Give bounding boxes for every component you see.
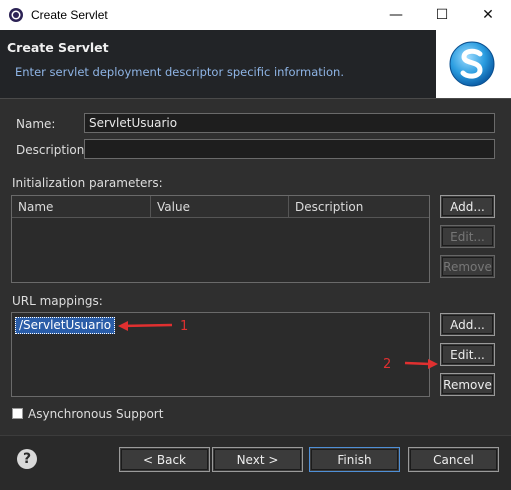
minimize-button[interactable]: — [373,0,419,30]
init-params-header: Name Value Description [12,196,429,218]
close-button[interactable]: ✕ [465,0,511,30]
close-icon: ✕ [482,7,494,23]
eclipse-app-icon [9,8,23,22]
url-remove-button[interactable]: Remove [440,373,495,396]
help-icon[interactable]: ? [17,449,37,469]
finish-button[interactable]: Finish [309,447,400,472]
cancel-button[interactable]: Cancel [408,447,499,472]
banner-logo [436,30,511,98]
annotation-arrows [118,321,438,369]
banner-separator [0,98,511,99]
annotation-number-2: 2 [383,357,392,372]
next-button[interactable]: Next > [212,447,303,472]
annotation-number-1: 1 [180,319,189,334]
servlet-logo-icon [449,41,495,87]
init-params-label: Initialization parameters: [12,176,163,190]
column-header-description[interactable]: Description [289,196,429,218]
maximize-button[interactable]: ☐ [419,0,465,30]
wizard-banner: Create Servlet Enter servlet deployment … [0,30,511,98]
annotation-arrow-1 [118,321,173,331]
banner-description: Enter servlet deployment descriptor spec… [15,65,344,79]
init-remove-button[interactable]: Remove [440,255,495,278]
url-edit-button[interactable]: Edit... [440,343,495,366]
column-header-name[interactable]: Name [12,196,151,218]
init-params-table[interactable]: Name Value Description [11,195,430,283]
annotation-arrow-2 [404,359,438,369]
maximize-icon: ☐ [435,7,449,23]
back-button[interactable]: < Back [119,447,210,472]
url-mappings-label: URL mappings: [12,294,103,308]
minimize-icon: — [389,7,403,23]
url-add-button[interactable]: Add... [440,313,495,336]
async-support-checkbox[interactable] [12,408,23,419]
title-bar: Create Servlet — ☐ ✕ [0,0,511,30]
name-input[interactable]: ServletUsuario [84,113,495,133]
name-label: Name: [16,117,56,131]
init-edit-button[interactable]: Edit... [440,225,495,248]
description-label: Description: [16,143,89,157]
description-input[interactable] [84,139,495,159]
init-add-button[interactable]: Add... [440,195,495,218]
banner-title: Create Servlet [7,40,109,55]
async-support-label[interactable]: Asynchronous Support [28,407,163,421]
column-header-value[interactable]: Value [151,196,289,218]
window-title: Create Servlet [31,8,108,22]
